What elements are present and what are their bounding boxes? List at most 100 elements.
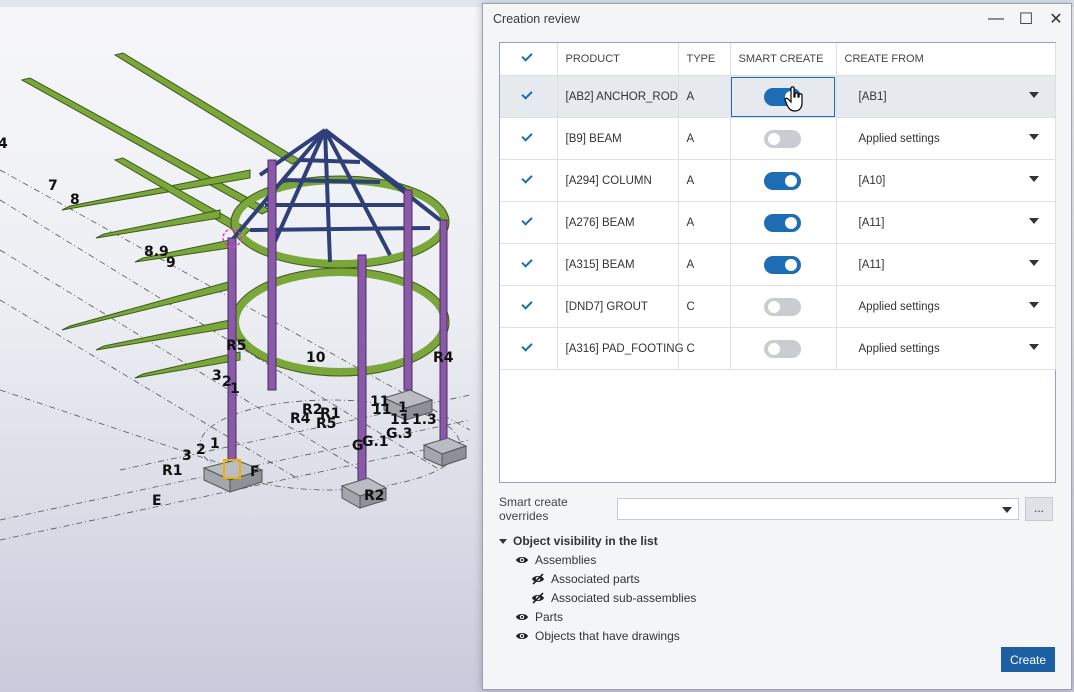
overrides-more-button[interactable]: ... xyxy=(1025,497,1053,521)
create-from-value: Applied settings xyxy=(858,132,940,145)
chevron-down-icon xyxy=(1028,302,1039,308)
create-from-dropdown[interactable]: [A11] xyxy=(836,243,1056,286)
grid-label: 10 xyxy=(306,350,326,366)
product-cell: [B9] BEAM xyxy=(557,117,679,160)
visibility-item-label: Assemblies xyxy=(535,552,597,567)
header-type[interactable]: TYPE xyxy=(678,43,731,76)
toggle-knob xyxy=(768,300,780,313)
grid-label: R5 xyxy=(226,338,247,354)
create-from-dropdown[interactable]: [A10] xyxy=(836,159,1056,202)
check-icon xyxy=(521,341,534,354)
table-row[interactable]: [DND7] GROUT C Applied settings xyxy=(500,285,1056,328)
grid-label: 1 xyxy=(230,381,240,397)
smart-create-toggle[interactable] xyxy=(764,255,801,274)
check-icon xyxy=(521,215,534,228)
chevron-down-icon xyxy=(1028,92,1039,98)
smart-create-cell xyxy=(730,201,837,244)
grid-label: 4 xyxy=(0,136,8,152)
smart-create-overrides-row: Smart create overrides ... xyxy=(499,495,1056,523)
create-from-dropdown[interactable]: [A11] xyxy=(836,201,1056,244)
grid-label: G.1 xyxy=(362,434,389,450)
select-all-checkbox[interactable] xyxy=(500,43,558,76)
products-table-container: PRODUCT TYPE SMART CREATE CREATE FROM [A… xyxy=(499,42,1056,483)
row-checkbox[interactable] xyxy=(500,201,558,244)
create-from-value: Applied settings xyxy=(858,342,940,355)
visibility-item-label: Objects that have drawings xyxy=(535,628,680,643)
row-checkbox[interactable] xyxy=(500,327,558,370)
visibility-item[interactable]: Associated parts xyxy=(499,569,696,588)
visibility-item-label: Associated parts xyxy=(551,571,640,586)
table-row[interactable]: [AB2] ANCHOR_ROD A [AB1] xyxy=(500,75,1056,118)
model-drawing[interactable]: 4788.99R510 R43 21R2R1R4 R51111 111 1.3GG.1G.… xyxy=(0,0,482,692)
smart-create-toggle[interactable] xyxy=(764,339,801,358)
table-row[interactable]: [A315] BEAM A [A11] xyxy=(500,243,1056,286)
smart-create-toggle[interactable] xyxy=(764,213,801,232)
grid-label: G.3 xyxy=(386,426,413,442)
chevron-down-icon xyxy=(1028,218,1039,224)
smart-create-cell xyxy=(730,285,837,328)
grid-label: R2 xyxy=(364,488,385,504)
check-icon xyxy=(521,257,534,270)
row-checkbox[interactable] xyxy=(500,243,558,286)
check-icon xyxy=(521,89,534,102)
product-cell: [A294] COLUMN xyxy=(557,159,679,202)
object-visibility-section: Object visibility in the list Assemblies… xyxy=(499,532,696,645)
table-row[interactable]: [A276] BEAM A [A11] xyxy=(500,201,1056,244)
header-smart-create[interactable]: SMART CREATE xyxy=(730,43,837,76)
create-from-dropdown[interactable]: [AB1] xyxy=(836,75,1056,118)
smart-create-toggle[interactable] xyxy=(764,171,801,190)
toggle-knob xyxy=(785,258,797,271)
visibility-item[interactable]: Objects that have drawings xyxy=(499,626,696,645)
product-cell: [DND7] GROUT xyxy=(557,285,679,328)
visibility-item[interactable]: Assemblies xyxy=(499,550,696,569)
grid-label: 2 xyxy=(196,442,206,458)
visibility-item[interactable]: Associated sub-assemblies xyxy=(499,588,696,607)
chevron-down-icon xyxy=(1028,134,1039,140)
visibility-item[interactable]: Parts xyxy=(499,607,696,626)
visibility-header: Object visibility in the list xyxy=(513,534,658,548)
row-checkbox[interactable] xyxy=(500,75,558,118)
grid-label: 8 xyxy=(70,192,80,208)
hand-cursor-icon xyxy=(784,86,803,112)
close-button[interactable]: ✕ xyxy=(1041,4,1071,34)
visibility-toggle[interactable]: Object visibility in the list xyxy=(499,532,696,550)
smart-create-toggle[interactable] xyxy=(764,129,801,148)
create-from-dropdown[interactable]: Applied settings xyxy=(836,117,1056,160)
header-create-from[interactable]: CREATE FROM xyxy=(836,43,1056,76)
eye-icon xyxy=(516,613,528,620)
grid-label: 11 xyxy=(372,402,391,418)
row-checkbox[interactable] xyxy=(500,159,558,202)
toggle-knob xyxy=(785,174,797,187)
table-row[interactable]: [B9] BEAM A Applied settings xyxy=(500,117,1056,160)
dialog-titlebar[interactable]: Creation review — ☐ ✕ xyxy=(483,4,1071,34)
grid-label: R4 xyxy=(290,411,311,427)
products-table: PRODUCT TYPE SMART CREATE CREATE FROM [A… xyxy=(500,43,1056,370)
maximize-button[interactable]: ☐ xyxy=(1011,4,1041,34)
eye-off-icon xyxy=(532,572,544,585)
table-row[interactable]: [A294] COLUMN A [A10] xyxy=(500,159,1056,202)
table-row[interactable]: [A316] PAD_FOOTING C Applied settings xyxy=(500,327,1056,370)
row-checkbox[interactable] xyxy=(500,285,558,328)
grid-label: 1.3 xyxy=(412,412,437,428)
smart-create-toggle[interactable] xyxy=(764,297,801,316)
grid-label: E xyxy=(152,493,162,509)
row-checkbox[interactable] xyxy=(500,117,558,160)
overrides-label: Smart create overrides xyxy=(499,495,568,523)
create-button[interactable]: Create xyxy=(1001,647,1055,672)
create-from-dropdown[interactable]: Applied settings xyxy=(836,285,1056,328)
check-icon xyxy=(521,299,534,312)
overrides-dropdown[interactable] xyxy=(617,498,1019,520)
product-cell: [A315] BEAM xyxy=(557,243,679,286)
collapse-triangle-icon xyxy=(499,538,507,544)
product-cell: [AB2] ANCHOR_ROD xyxy=(557,75,679,118)
toggle-knob xyxy=(768,342,780,355)
type-cell: A xyxy=(678,159,731,202)
type-cell: C xyxy=(678,285,731,328)
type-cell: C xyxy=(678,327,731,370)
smart-create-cell xyxy=(730,75,837,118)
header-product[interactable]: PRODUCT xyxy=(557,43,679,76)
create-from-dropdown[interactable]: Applied settings xyxy=(836,327,1056,370)
smart-create-cell xyxy=(730,327,837,370)
grid-label: 3 xyxy=(212,368,222,384)
minimize-button[interactable]: — xyxy=(981,4,1011,34)
